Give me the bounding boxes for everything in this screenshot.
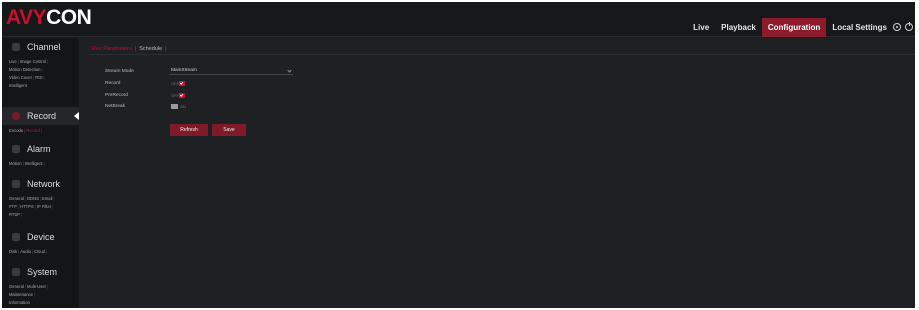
sidebar-item-alarm[interactable]: Alarm	[2, 140, 79, 158]
link-general[interactable]: General	[9, 196, 24, 201]
link-motion-detection[interactable]: Motion Detection	[9, 67, 40, 72]
sidebar-item-network[interactable]: Network	[2, 175, 79, 193]
nav-local-settings[interactable]: Local Settings	[826, 18, 893, 37]
sidebar-links-channel: Live|Image Control| Motion Detection| Vi…	[9, 59, 49, 88]
sidebar-section-channel: Channel Live|Image Control| Motion Detec…	[2, 38, 79, 90]
main-nav: Live Playback Configuration Local Settin…	[687, 18, 893, 37]
camera-icon	[12, 43, 20, 51]
tab-schedule[interactable]: Schedule	[136, 44, 165, 54]
link-maintenance[interactable]: Maintenance	[9, 292, 33, 297]
link-live[interactable]: Live	[9, 59, 17, 64]
link-disk[interactable]: Disk	[9, 249, 17, 254]
sidebar-section-alarm: Alarm Motion|Intelligent|	[2, 140, 79, 168]
sidebar-links-system: General|Multi-User| Maintenance| Informa…	[9, 284, 49, 305]
link-image-control[interactable]: Image Control	[20, 59, 46, 64]
stream-mode-select[interactable]: MainStream	[169, 68, 293, 75]
sidebar: Channel Live|Image Control| Motion Detec…	[2, 38, 79, 308]
sidebar-links-alarm: Motion|Intelligent|	[9, 161, 45, 166]
system-icon	[12, 268, 20, 276]
link-cloud[interactable]: Cloud	[34, 249, 45, 254]
sidebar-links-device: Disk|Audio|Cloud|	[9, 249, 48, 254]
chevron-down-icon	[287, 68, 292, 73]
link-ddns[interactable]: DDNS	[27, 196, 39, 201]
sidebar-item-system[interactable]: System	[2, 263, 79, 281]
netbreak-label: NetBreak	[105, 104, 125, 109]
link-video-cover[interactable]: Video Cover	[9, 75, 32, 80]
link-alarm-intelligent[interactable]: Intelligent	[25, 161, 43, 166]
prerecord-toggle[interactable]: OFF	[171, 93, 193, 98]
toggle-knob	[171, 104, 178, 109]
stream-mode-label: Stream Mode	[105, 69, 134, 74]
link-motion[interactable]: Motion	[9, 161, 22, 166]
tab-divider	[89, 54, 915, 55]
sidebar-section-device: Device Disk|Audio|Cloud|	[2, 228, 79, 256]
nav-configuration[interactable]: Configuration	[761, 18, 827, 37]
power-icon[interactable]	[905, 22, 913, 31]
link-email[interactable]: Email	[42, 196, 52, 201]
link-ip-filter[interactable]: IP Filter	[37, 204, 51, 209]
sidebar-links-network: General|DDNS|Email| FTP|HTTPS|IP Filter|…	[9, 196, 55, 217]
link-information[interactable]: Information	[9, 300, 30, 305]
alarm-icon	[12, 145, 20, 153]
link-rtsp[interactable]: RTSP	[9, 212, 20, 217]
link-ftp[interactable]: FTP	[9, 204, 17, 209]
link-audio[interactable]: Audio	[20, 249, 31, 254]
device-icon	[12, 233, 20, 241]
sidebar-item-channel[interactable]: Channel	[2, 38, 79, 56]
link-intelligent[interactable]: Intelligent	[9, 83, 27, 88]
app-window: AVYCON Live Playback Configuration Local…	[2, 2, 915, 308]
help-icon[interactable]	[893, 23, 901, 31]
top-bar: AVYCON Live Playback Configuration Local…	[2, 2, 915, 37]
link-multi-user[interactable]: Multi-User	[27, 284, 46, 289]
sidebar-section-network: Network General|DDNS|Email| FTP|HTTPS|IP…	[2, 175, 79, 219]
record-toggle[interactable]: OFF	[171, 81, 193, 86]
record-icon	[12, 112, 20, 120]
tab-rec-parameters[interactable]: Rec Parameters	[89, 44, 135, 54]
tab-bar: Rec Parameters | Schedule |	[89, 44, 167, 54]
link-https[interactable]: HTTPS	[20, 204, 34, 209]
prerecord-label: PreRecord	[105, 93, 128, 98]
sidebar-links-record: Encode|Record|	[9, 128, 42, 133]
link-roi[interactable]: ROI	[35, 75, 42, 80]
link-encode[interactable]: Encode	[9, 128, 23, 133]
sidebar-section-record: Record Encode|Record|	[2, 107, 79, 135]
save-button[interactable]: Save	[212, 124, 246, 136]
record-label: Record	[105, 81, 121, 86]
netbreak-toggle[interactable]: ON	[171, 104, 193, 109]
sidebar-item-record[interactable]: Record	[2, 107, 79, 125]
nav-live[interactable]: Live	[687, 18, 715, 37]
nav-playback[interactable]: Playback	[715, 18, 762, 37]
link-system-general[interactable]: General	[9, 284, 24, 289]
brand-logo: AVYCON	[6, 6, 92, 29]
network-icon	[12, 180, 20, 188]
sidebar-section-system: System General|Multi-User| Maintenance| …	[2, 263, 79, 307]
main-panel: Rec Parameters | Schedule | Stream Mode …	[79, 38, 915, 308]
sidebar-item-device[interactable]: Device	[2, 228, 79, 246]
refresh-button[interactable]: Refresh	[170, 124, 208, 136]
link-record[interactable]: Record	[26, 128, 40, 133]
